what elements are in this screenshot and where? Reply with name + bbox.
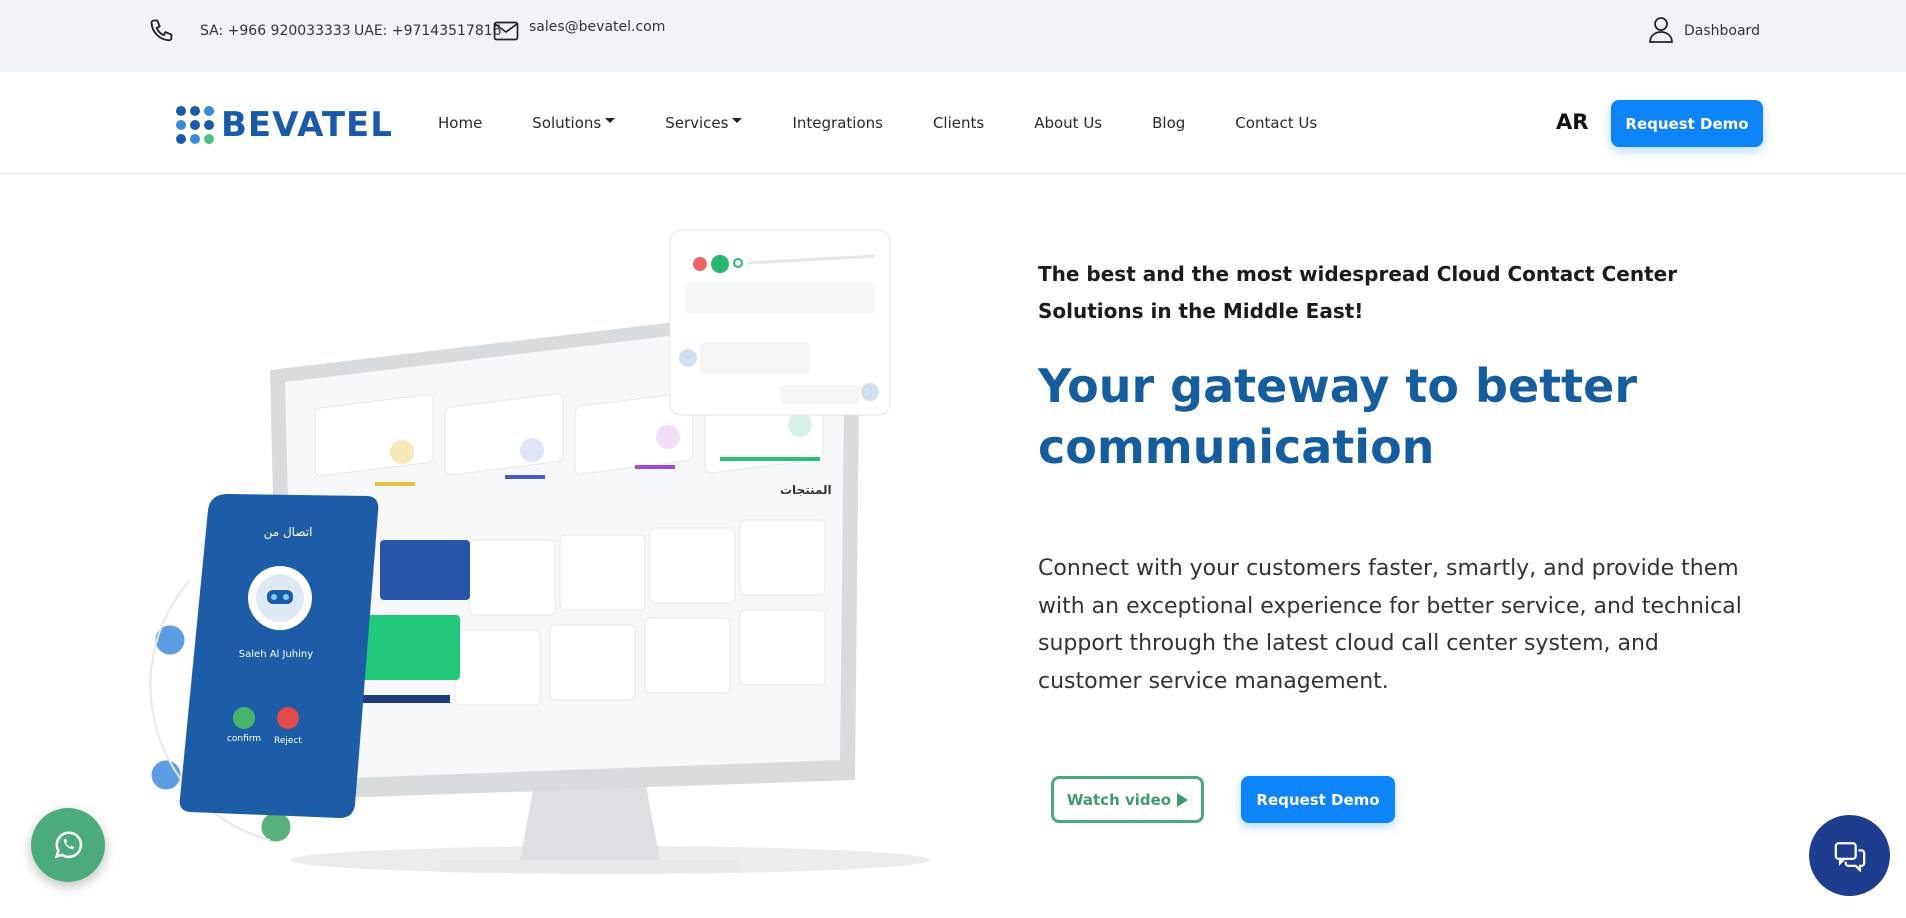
dashboard-label: Dashboard: [1684, 23, 1760, 39]
hero-description: Connect with your customers faster, smar…: [1038, 556, 1742, 694]
caret-down-icon: [605, 117, 616, 123]
nav-blog[interactable]: Blog: [1152, 114, 1185, 132]
play-icon: [1177, 792, 1189, 807]
nav-links: Home Solutions Services Integrations Cli…: [438, 72, 1367, 174]
products-heading: المنتجات: [780, 483, 832, 497]
nav-services[interactable]: Services: [665, 114, 743, 132]
request-demo-hero-button[interactable]: Request Demo: [1241, 776, 1395, 823]
reject-label: Reject: [274, 736, 302, 746]
nav-services-label: Services: [665, 114, 729, 132]
nav-contact[interactable]: Contact Us: [1235, 114, 1317, 132]
hero-tagline: The best and the most widespread Cloud C…: [1038, 262, 1678, 323]
live-chat-button[interactable]: [1809, 815, 1890, 896]
nav-about-label: About Us: [1034, 114, 1103, 132]
whatsapp-button[interactable]: [31, 808, 105, 882]
user-icon: [1648, 15, 1674, 47]
nav-integrations-label: Integrations: [792, 114, 883, 132]
brand-logo[interactable]: BEVATEL: [175, 105, 393, 145]
nav-home[interactable]: Home: [438, 114, 482, 132]
sa-phone-link[interactable]: SA: +966 920033333: [200, 0, 351, 62]
nav-clients[interactable]: Clients: [933, 114, 984, 132]
nav-about[interactable]: About Us: [1034, 114, 1102, 132]
phone-call-title: اتصال من: [264, 525, 313, 540]
request-demo-nav-button[interactable]: Request Demo: [1611, 100, 1763, 147]
chat-icon: [1834, 841, 1865, 872]
nav-contact-label: Contact Us: [1235, 114, 1318, 132]
watch-video-button[interactable]: Watch video: [1051, 776, 1204, 823]
logo-mark-icon: [175, 105, 215, 145]
nav-integrations[interactable]: Integrations: [792, 114, 882, 132]
nav-home-label: Home: [438, 114, 483, 132]
watch-video-label: Watch video: [1066, 790, 1172, 809]
nav-solutions[interactable]: Solutions: [532, 114, 616, 132]
caret-down-icon: [732, 117, 743, 123]
phone-icon: [148, 0, 176, 62]
caller-name: Saleh Al Juhiny: [239, 649, 313, 660]
confirm-label: confirm: [227, 734, 261, 744]
mail-icon: [493, 0, 519, 62]
hero-headline: Your gateway to better communication: [1038, 359, 1638, 474]
top-info-bar: SA: +966 920033333 UAE: +97143517816 sal…: [0, 0, 1906, 72]
nav-blog-label: Blog: [1152, 114, 1186, 132]
email-link[interactable]: sales@bevatel.com: [529, 0, 665, 58]
nav-clients-label: Clients: [932, 114, 985, 132]
nav-solutions-label: Solutions: [532, 114, 602, 132]
dashboard-link[interactable]: Dashboard: [1648, 0, 1760, 62]
uae-phone-link[interactable]: UAE: +97143517816: [354, 0, 502, 62]
whatsapp-icon: [54, 831, 83, 859]
hero-illustration: المنتجات اتصال من Saleh Al Juhiny confir…: [148, 229, 930, 874]
language-switch[interactable]: AR: [1556, 110, 1588, 134]
brand-name: BEVATEL: [221, 105, 393, 145]
